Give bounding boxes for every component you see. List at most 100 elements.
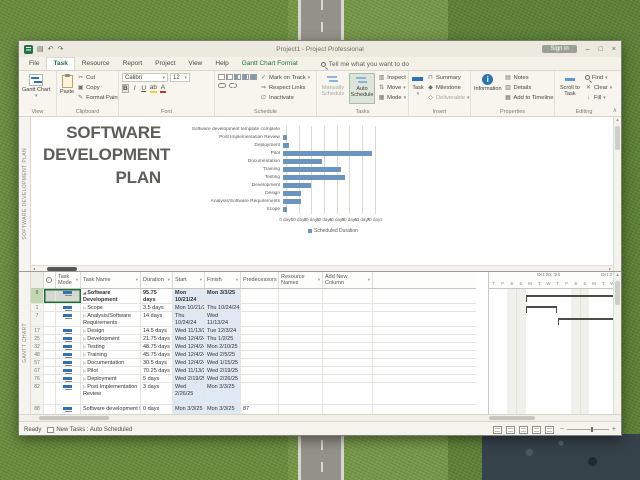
task-name-cell[interactable]: ▷Post Implementation Review xyxy=(81,383,141,404)
expand-icon[interactable]: ▷ xyxy=(83,360,86,365)
add-new-column-cell[interactable] xyxy=(323,327,373,334)
indicator-cell[interactable] xyxy=(44,359,56,366)
link-tasks-icon[interactable] xyxy=(218,83,226,88)
add-new-column-cell[interactable] xyxy=(323,367,373,374)
task-name-cell[interactable]: Software development template complete xyxy=(81,405,141,414)
expand-icon[interactable]: ▷ xyxy=(83,344,86,349)
task-mode-cell[interactable] xyxy=(56,312,81,326)
scroll-to-task-button[interactable]: Scroll to Task xyxy=(558,73,582,98)
row-id-cell[interactable]: 88 xyxy=(31,405,44,414)
expand-icon[interactable]: ▷ xyxy=(83,384,86,389)
unlink-tasks-icon[interactable] xyxy=(229,83,237,88)
column-header-addnew[interactable]: Add New Column▾ xyxy=(323,272,373,288)
resource-names-cell[interactable] xyxy=(279,367,323,374)
table-row[interactable]: 48▷Training45.75 daysWed 12/4/24Wed 2/5/… xyxy=(31,351,476,359)
table-scroll-handle[interactable] xyxy=(39,416,109,420)
tab-report[interactable]: Report xyxy=(117,58,149,70)
finish-cell[interactable]: Thu 1/2/25 xyxy=(205,335,241,342)
task-name-cell[interactable]: ▷Testing xyxy=(81,343,141,350)
respect-links-button[interactable]: ⇒Respect Links xyxy=(260,83,310,92)
start-cell[interactable]: Wed 12/4/24 xyxy=(173,343,205,350)
table-row[interactable]: 88 Software development template complete… xyxy=(31,405,476,414)
column-header-start[interactable]: Start▾ xyxy=(173,272,205,288)
fill-button[interactable]: ↓Fill▾ xyxy=(585,93,610,102)
column-header-finish[interactable]: Finish▾ xyxy=(205,272,241,288)
table-row[interactable]: 57▷Documentation30.5 daysWed 12/4/24Wed … xyxy=(31,359,476,367)
indicator-cell[interactable] xyxy=(44,367,56,374)
scrollbar-handle[interactable] xyxy=(615,126,620,150)
row-id-cell[interactable]: 17 xyxy=(31,327,44,334)
task-mode-cell[interactable] xyxy=(56,335,81,342)
expand-icon[interactable]: ▷ xyxy=(83,352,86,357)
finish-cell[interactable]: Wed 2/26/25 xyxy=(205,375,241,382)
row-id-cell[interactable]: 1 xyxy=(31,304,44,311)
tab-task[interactable]: Task xyxy=(46,57,74,70)
percent-50-icon[interactable] xyxy=(234,74,241,80)
predecessors-cell[interactable] xyxy=(241,383,279,404)
minimize-icon[interactable]: – xyxy=(586,46,590,53)
tab-view[interactable]: View xyxy=(182,58,208,70)
report-view-icon[interactable] xyxy=(545,426,554,434)
summary-task-bar[interactable] xyxy=(558,318,622,323)
indicator-cell[interactable] xyxy=(44,335,56,342)
task-mode-cell[interactable] xyxy=(56,289,81,303)
indicator-cell[interactable] xyxy=(44,289,56,303)
tab-file[interactable]: File xyxy=(23,58,45,70)
duration-cell[interactable]: 0 days xyxy=(141,405,173,414)
font-size-select[interactable]: 12▾ xyxy=(170,73,190,82)
resource-names-cell[interactable] xyxy=(279,383,323,404)
percent-25-icon[interactable] xyxy=(226,74,233,80)
expand-icon[interactable]: ▷ xyxy=(83,328,86,333)
finish-cell[interactable]: Mon 2/10/25 xyxy=(205,343,241,350)
auto-schedule-button[interactable]: Auto Schedule xyxy=(349,73,375,104)
percent-0-icon[interactable] xyxy=(218,74,225,80)
summary-task-bar[interactable] xyxy=(526,306,558,311)
expand-icon[interactable]: ◢ xyxy=(83,290,86,295)
duration-cell[interactable]: 14.5 days xyxy=(141,327,173,334)
gantt-chart-view-button[interactable]: Gantt Chart▾ xyxy=(22,73,50,100)
notes-button[interactable]: ▤Notes xyxy=(505,73,551,82)
format-painter-button[interactable]: ✎Format Painter xyxy=(77,93,115,102)
predecessors-cell[interactable] xyxy=(241,359,279,366)
project-app-icon[interactable] xyxy=(24,45,33,54)
task-mode-cell[interactable] xyxy=(56,351,81,358)
row-id-cell[interactable]: 57 xyxy=(31,359,44,366)
indicator-cell[interactable] xyxy=(44,327,56,334)
add-new-column-cell[interactable] xyxy=(323,343,373,350)
row-id-cell[interactable]: 76 xyxy=(31,375,44,382)
task-name-cell[interactable]: ◢Software Development xyxy=(81,289,141,303)
task-name-cell[interactable]: ▷Deployment xyxy=(81,375,141,382)
task-mode-cell[interactable] xyxy=(56,367,81,374)
table-row[interactable]: 17▷Design14.5 daysWed 11/13/24Tue 12/3/2… xyxy=(31,327,476,335)
table-row[interactable]: 82▷Post Implementation Review3 daysWed 2… xyxy=(31,383,476,405)
finish-cell[interactable]: Wed 2/5/25 xyxy=(205,351,241,358)
column-header-name[interactable]: Task Name▾ xyxy=(81,272,141,288)
duration-cell[interactable]: 48.75 days xyxy=(141,343,173,350)
start-cell[interactable]: Wed 12/4/24 xyxy=(173,359,205,366)
save-icon[interactable]: ▤ xyxy=(37,46,44,53)
resource-names-cell[interactable] xyxy=(279,335,323,342)
task-mode-cell[interactable] xyxy=(56,383,81,404)
mode-button[interactable]: ▦Mode▾ xyxy=(378,93,405,102)
start-cell[interactable]: Thu 10/24/24 xyxy=(173,312,205,326)
insert-milestone-button[interactable]: ◆Milestone xyxy=(427,83,467,92)
details-button[interactable]: ▥Details xyxy=(505,83,551,92)
inspect-button[interactable]: ▥Inspect▾ xyxy=(378,73,405,82)
finish-cell[interactable]: Thu 10/24/24 xyxy=(205,304,241,311)
cut-button[interactable]: ✂Cut xyxy=(77,73,115,82)
add-new-column-cell[interactable] xyxy=(323,383,373,404)
indicator-cell[interactable] xyxy=(44,383,56,404)
resource-names-cell[interactable] xyxy=(279,327,323,334)
add-new-column-cell[interactable] xyxy=(323,304,373,311)
insert-task-button[interactable]: Task▾ xyxy=(412,73,424,98)
bold-button[interactable]: B xyxy=(122,84,129,93)
column-header-predecessors[interactable]: Predecessors▾ xyxy=(241,272,279,288)
expand-icon[interactable]: ▷ xyxy=(83,376,86,381)
copy-button[interactable]: ▣Copy xyxy=(77,83,115,92)
column-header-resource[interactable]: Resource Names▾ xyxy=(279,272,323,288)
predecessors-cell[interactable] xyxy=(241,343,279,350)
task-name-cell[interactable]: ▷Training xyxy=(81,351,141,358)
duration-cell[interactable]: 30.5 days xyxy=(141,359,173,366)
start-cell[interactable]: Wed 11/13/24 xyxy=(173,367,205,374)
task-name-cell[interactable]: ▷Design xyxy=(81,327,141,334)
